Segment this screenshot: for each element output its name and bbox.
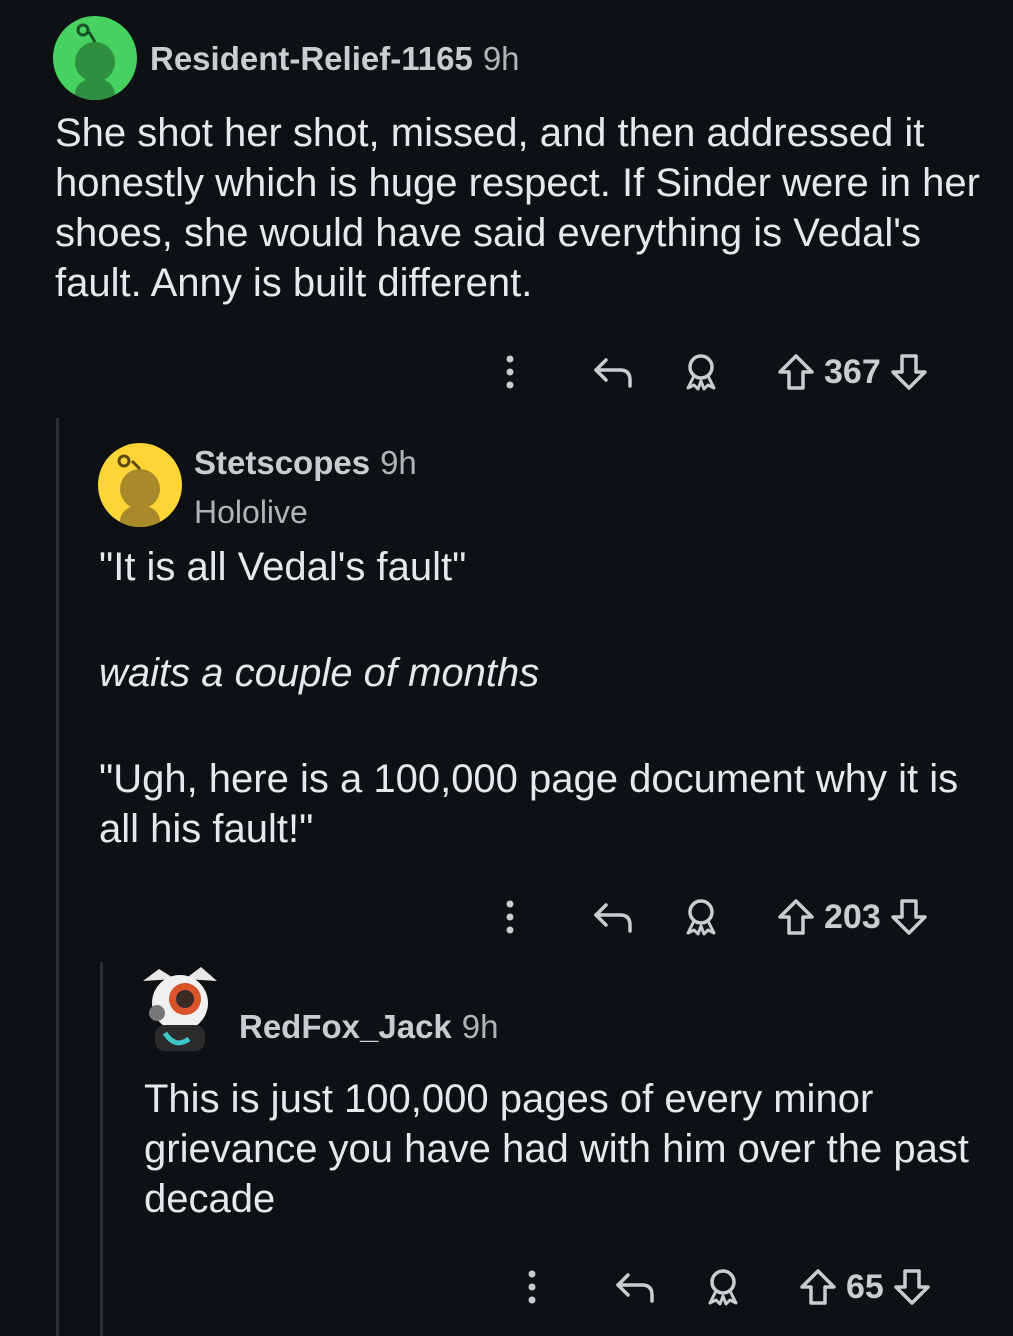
comment-header: RedFox_Jack 9h	[239, 1008, 499, 1046]
award-icon	[686, 899, 716, 936]
downvote-button[interactable]	[889, 897, 929, 937]
more-options-icon	[506, 355, 514, 389]
upvote-icon	[778, 354, 814, 390]
award-button[interactable]	[676, 897, 726, 937]
user-flair: Hololive	[194, 494, 308, 530]
username[interactable]: Stetscopes	[194, 444, 370, 482]
timestamp: 9h	[482, 40, 520, 77]
vote-score: 65	[846, 1267, 884, 1306]
comment-body-line-2: waits a couple of months	[99, 651, 540, 695]
thread-line-level-2[interactable]	[100, 962, 103, 1336]
reply-icon	[594, 903, 632, 933]
snoo-avatar-icon	[117, 454, 160, 527]
more-options-button[interactable]	[512, 1269, 552, 1305]
comment-header: Stetscopes 9h	[194, 444, 417, 482]
comment-actions: 65	[512, 1262, 932, 1312]
upvote-icon	[800, 1269, 836, 1305]
more-options-icon	[506, 900, 514, 934]
upvote-icon	[778, 899, 814, 935]
comment-body-line-1: "It is all Vedal's fault"	[99, 545, 467, 589]
vote-score: 367	[824, 352, 881, 391]
downvote-button[interactable]	[889, 352, 929, 392]
more-options-button[interactable]	[490, 899, 530, 935]
username[interactable]: Resident-Relief-1165	[150, 40, 473, 78]
upvote-button[interactable]	[776, 897, 816, 937]
avatar[interactable]	[135, 963, 225, 1059]
timestamp: 9h	[380, 444, 417, 481]
upvote-button[interactable]	[798, 1267, 838, 1307]
comment-body-line-3: "Ugh, here is a 100,000 page document wh…	[99, 757, 959, 851]
reply-button[interactable]	[588, 354, 638, 390]
award-icon	[686, 354, 716, 391]
downvote-button[interactable]	[892, 1267, 932, 1307]
award-button[interactable]	[698, 1267, 748, 1307]
reply-button[interactable]	[610, 1269, 660, 1305]
comment-actions: 367	[490, 347, 929, 397]
downvote-icon	[890, 354, 927, 390]
vote-score: 203	[824, 897, 881, 936]
username[interactable]: RedFox_Jack	[239, 1008, 452, 1046]
redfox-avatar-icon	[143, 967, 217, 1051]
comment-body: This is just 100,000 pages of every mino…	[144, 1077, 969, 1221]
award-button[interactable]	[676, 352, 726, 392]
comment-body: She shot her shot, missed, and then addr…	[55, 111, 980, 305]
thread-line-level-1[interactable]	[56, 418, 59, 1336]
reply-icon	[616, 1273, 654, 1303]
timestamp: 9h	[461, 1008, 499, 1045]
downvote-icon	[894, 1269, 930, 1305]
more-options-button[interactable]	[490, 354, 530, 390]
comment-header: Resident-Relief-1165 9h	[150, 40, 520, 78]
downvote-icon	[890, 899, 927, 935]
reply-icon	[594, 358, 632, 388]
reply-button[interactable]	[588, 899, 638, 935]
award-icon	[708, 1269, 738, 1306]
avatar[interactable]	[98, 443, 182, 527]
more-options-icon	[528, 1270, 536, 1304]
upvote-button[interactable]	[776, 352, 816, 392]
snoo-avatar-icon	[75, 23, 115, 100]
avatar[interactable]	[53, 16, 137, 100]
comment-actions: 203	[490, 892, 929, 942]
